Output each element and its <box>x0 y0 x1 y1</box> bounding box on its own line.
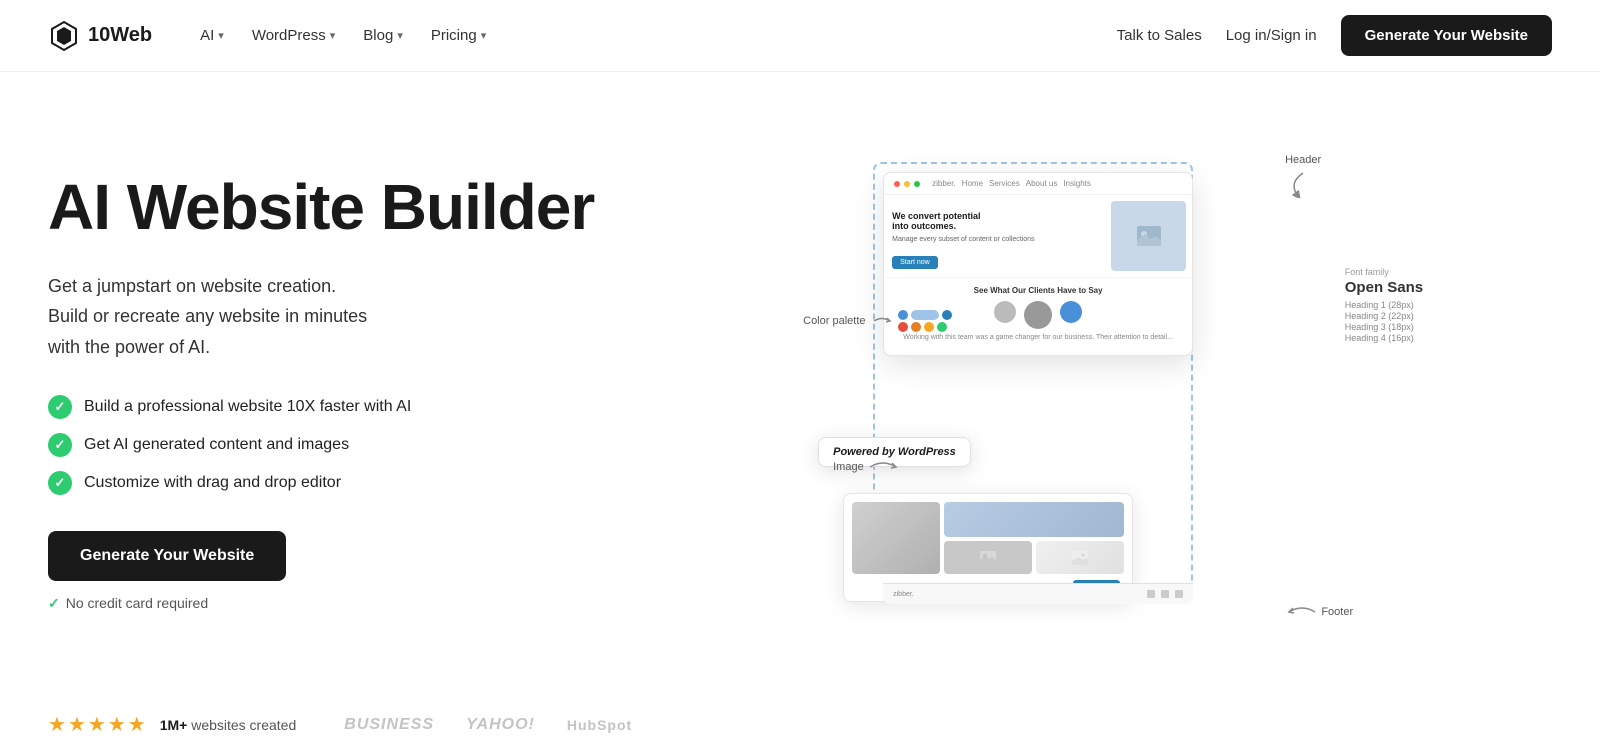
no-credit-card-label: ✓ No credit card required <box>48 595 594 612</box>
rating-area: ★ ★ ★ ★ ★ 1M+ websites created <box>48 712 296 737</box>
footer-annotation: Footer <box>1287 602 1353 622</box>
navbar: 10Web AI ▾ WordPress ▾ Blog ▾ Pricing ▾ … <box>0 0 1600 72</box>
hero-section: AI Website Builder Get a jumpstart on we… <box>0 72 1600 692</box>
chevron-down-icon: ▾ <box>218 29 224 42</box>
websites-count: 1M+ websites created <box>160 717 297 733</box>
logo[interactable]: 10Web <box>48 20 152 52</box>
star-icon: ★ <box>68 712 86 737</box>
preview-browser-bar: zibber. Home Services About us Insights <box>884 173 1192 195</box>
palette-swatch <box>911 310 939 320</box>
brand-logo-hubspot: HubSpot <box>567 717 632 733</box>
palette-row1 <box>898 310 952 320</box>
nav-wordpress[interactable]: WordPress ▾ <box>240 19 347 52</box>
palette-dot <box>911 322 921 332</box>
palette-dot <box>942 310 952 320</box>
star-rating: ★ ★ ★ ★ ★ <box>48 712 146 737</box>
avatar <box>994 301 1016 323</box>
preview-nav-items: zibber. Home Services About us Insights <box>932 179 1091 188</box>
preview-hero-content: We convert potentialinto outcomes. Manag… <box>884 195 1111 277</box>
header-annotation: Header <box>1283 154 1323 198</box>
star-icon: ★ <box>88 712 106 737</box>
nav-blog[interactable]: Blog ▾ <box>351 19 415 52</box>
image-annotation: Image <box>833 457 898 477</box>
curved-arrow-icon <box>868 457 898 477</box>
palette-dot <box>924 322 934 332</box>
nav-pricing[interactable]: Pricing ▾ <box>419 19 498 52</box>
image-grid <box>852 502 1124 574</box>
brand-logos: BUSINESS YAHOO! HubSpot <box>344 716 632 734</box>
chevron-down-icon: ▾ <box>481 29 487 42</box>
chevron-down-icon: ▾ <box>397 29 403 42</box>
chevron-down-icon: ▾ <box>330 29 336 42</box>
image-cell <box>944 502 1124 537</box>
font-annotation: Font family Open Sans Heading 1 (28px) H… <box>1345 267 1423 343</box>
preview-footer-strip: zibber. <box>883 583 1193 604</box>
palette-dot <box>898 310 908 320</box>
list-item: ✓ Build a professional website 10X faste… <box>48 395 594 419</box>
check-icon: ✓ <box>48 471 72 495</box>
palette-dot <box>937 322 947 332</box>
hero-left: AI Website Builder Get a jumpstart on we… <box>48 172 594 611</box>
curved-arrow-icon <box>872 314 892 328</box>
browser-dot-green <box>914 181 920 187</box>
palette-row2 <box>898 322 952 332</box>
features-list: ✓ Build a professional website 10X faste… <box>48 395 594 495</box>
footer-icons <box>1147 590 1183 598</box>
nav-right: Talk to Sales Log in/Sign in Generate Yo… <box>1117 15 1552 56</box>
palette-dot <box>898 322 908 332</box>
image-placeholder-icon <box>1137 226 1161 246</box>
preview-hero-image <box>1111 201 1186 271</box>
image-icon <box>1072 551 1088 565</box>
footer-icon <box>1147 590 1155 598</box>
browser-dot-red <box>894 181 900 187</box>
preview-cta-button[interactable]: Start now <box>892 256 938 269</box>
hero-subtitle: Get a jumpstart on website creation. Bui… <box>48 271 594 363</box>
list-item: ✓ Get AI generated content and images <box>48 433 594 457</box>
check-icon: ✓ <box>48 395 72 419</box>
logo-text: 10Web <box>88 24 152 47</box>
brand-logo-yahoo: YAHOO! <box>466 716 535 734</box>
color-palette-annotation: Color palette <box>803 310 951 332</box>
curved-arrow-icon <box>1287 602 1317 622</box>
generate-website-hero-button[interactable]: Generate Your Website <box>48 531 286 581</box>
checkmark-icon: ✓ <box>48 595 60 612</box>
nav-left: 10Web AI ▾ WordPress ▾ Blog ▾ Pricing ▾ <box>48 19 498 52</box>
illustration: Header zibber. <box>803 152 1383 632</box>
logo-icon <box>48 20 80 52</box>
palette-dots <box>898 310 952 332</box>
generate-website-nav-button[interactable]: Generate Your Website <box>1341 15 1552 56</box>
header-arrow-icon <box>1283 168 1323 198</box>
avatar <box>1060 301 1082 323</box>
check-icon: ✓ <box>48 433 72 457</box>
brand-logo-business: BUSINESS <box>344 716 434 734</box>
list-item: ✓ Customize with drag and drop editor <box>48 471 594 495</box>
image-cell <box>944 541 1032 574</box>
footer-icon <box>1161 590 1169 598</box>
hero-title: AI Website Builder <box>48 172 594 242</box>
preview-main-section: We convert potentialinto outcomes. Manag… <box>884 195 1192 277</box>
nav-links: AI ▾ WordPress ▾ Blog ▾ Pricing ▾ <box>188 19 498 52</box>
browser-dot-yellow <box>904 181 910 187</box>
image-cell <box>1036 541 1124 574</box>
image-cell <box>852 502 940 574</box>
font-sizes: Heading 1 (28px) Heading 2 (22px) Headin… <box>1345 300 1423 343</box>
star-icon: ★ <box>108 712 126 737</box>
image-icon <box>980 551 996 565</box>
talk-to-sales-link[interactable]: Talk to Sales <box>1117 27 1202 44</box>
bottom-section: ★ ★ ★ ★ ★ 1M+ websites created BUSINESS … <box>0 692 1600 737</box>
star-icon: ★ <box>48 712 66 737</box>
avatar <box>1024 301 1052 329</box>
star-icon: ★ <box>128 712 146 737</box>
hero-right: Header zibber. <box>634 142 1552 642</box>
login-link[interactable]: Log in/Sign in <box>1226 27 1317 44</box>
footer-icon <box>1175 590 1183 598</box>
nav-ai[interactable]: AI ▾ <box>188 19 236 52</box>
